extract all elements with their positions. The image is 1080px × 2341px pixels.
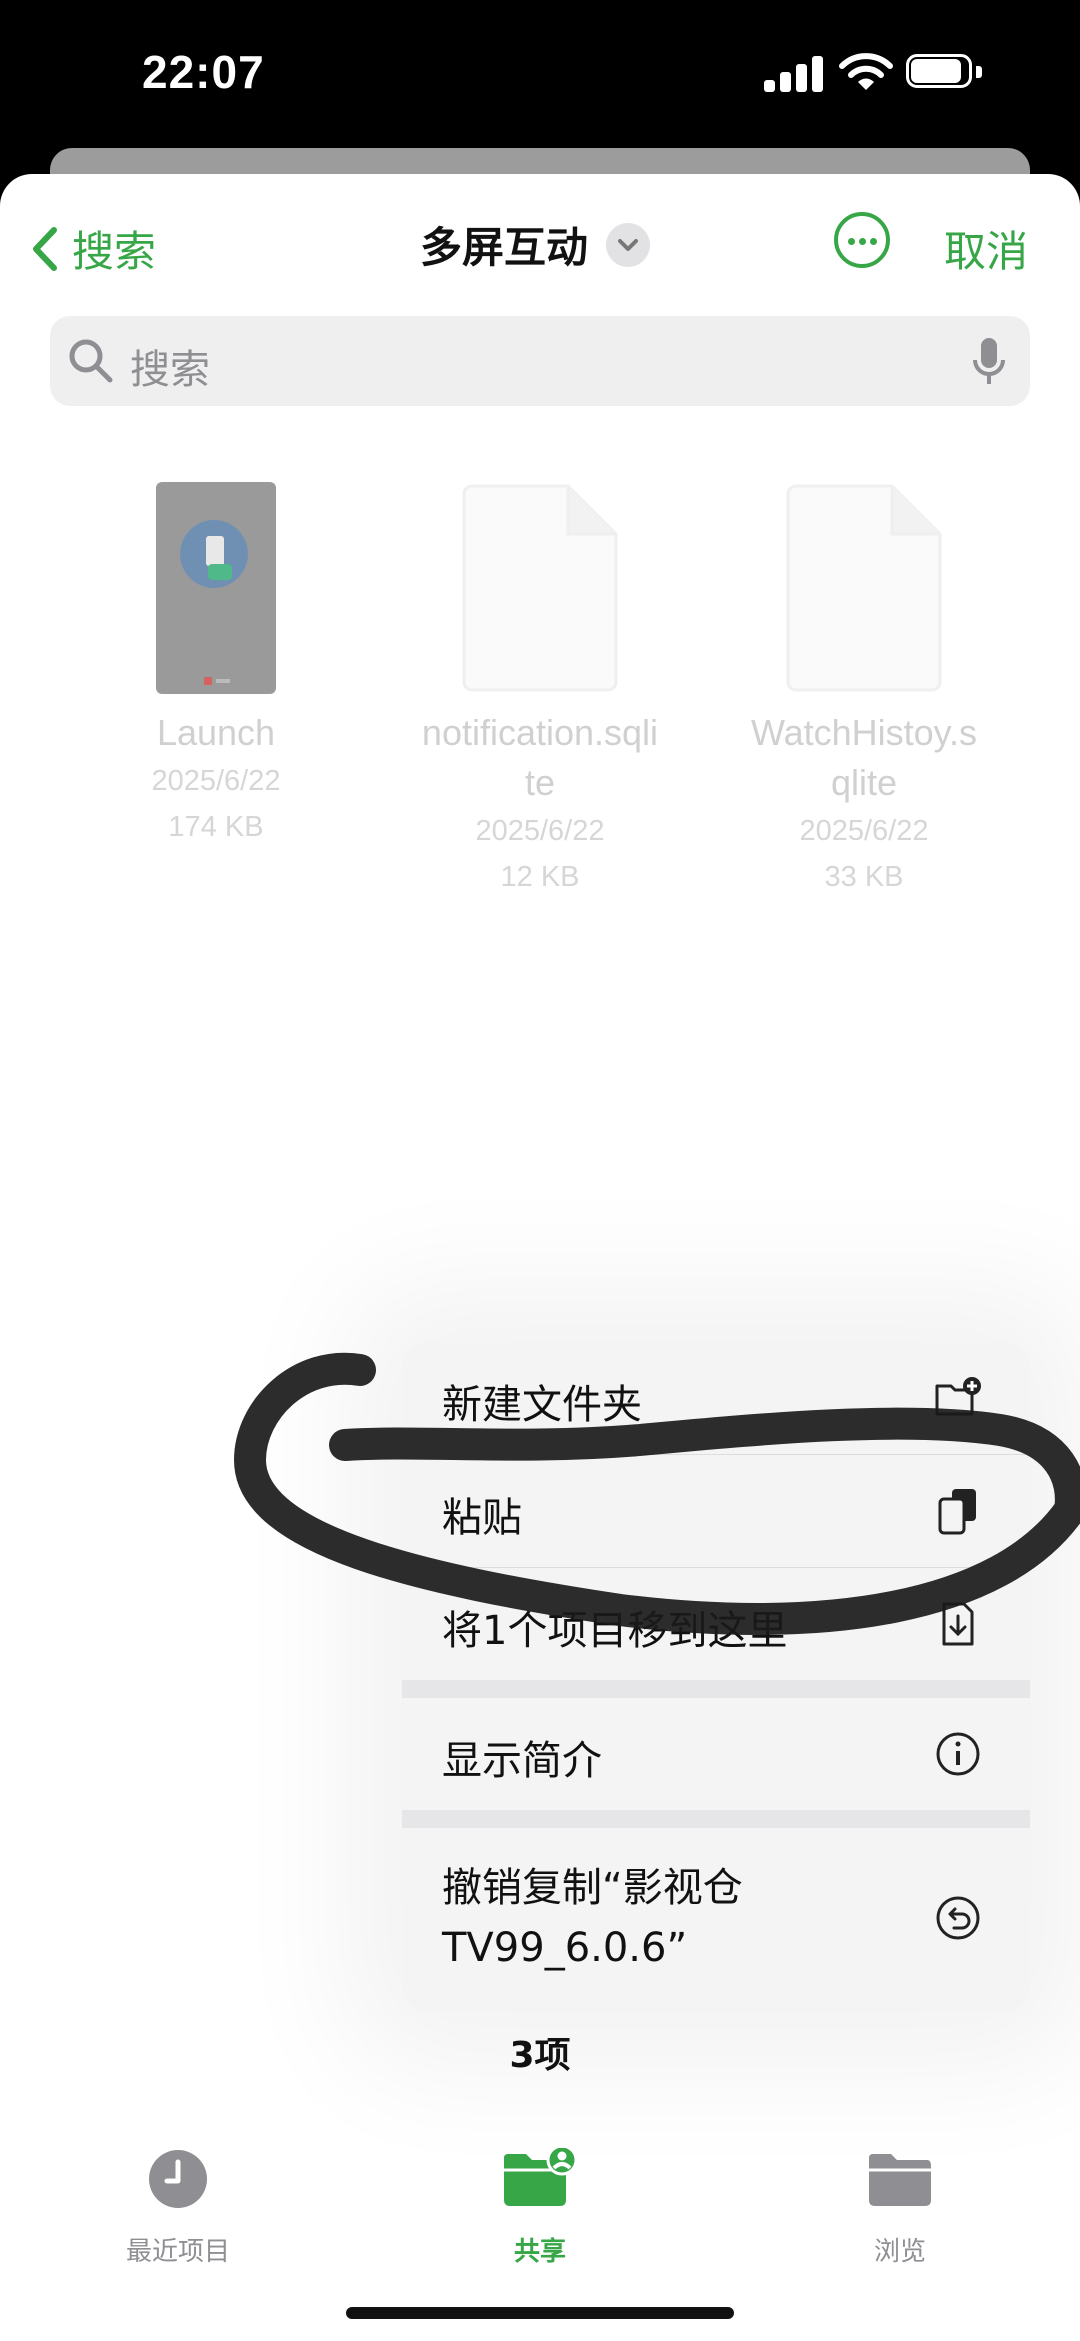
search-field[interactable]: 搜索: [50, 316, 1030, 406]
shared-folder-icon: [504, 2144, 578, 2206]
menu-item-label: 撤销复制“影视仓 TV99_6.0.6”: [442, 1865, 743, 1971]
menu-item-label: 将1个项目移到这里: [442, 1608, 788, 1654]
tab-label: 浏览: [873, 2237, 926, 2267]
status-bar: 22:07: [0, 0, 1080, 150]
tab-recents[interactable]: 最近项目: [88, 2148, 268, 2268]
file-name: notification.sqli te: [421, 712, 659, 803]
file-size: 12 KB: [500, 861, 580, 893]
document-icon[interactable]: [460, 482, 620, 694]
tab-label: 最近项目: [125, 2237, 230, 2267]
file-item[interactable]: Launch 2025/6/22 174 KB: [66, 708, 366, 850]
status-time: 22:07: [142, 46, 265, 98]
menu-item-label: 粘贴: [442, 1495, 522, 1541]
tab-label: 共享: [513, 2237, 566, 2267]
menu-item-label: 显示简介: [442, 1738, 602, 1784]
microphone-icon[interactable]: [972, 336, 1006, 388]
menu-separator: [402, 1810, 1030, 1828]
menu-item-paste[interactable]: 粘贴: [402, 1455, 1030, 1568]
back-button[interactable]: 搜索: [32, 218, 156, 279]
tab-shared[interactable]: 共享: [450, 2144, 630, 2268]
folder-title-menu[interactable]: 多屏互动: [420, 214, 651, 275]
file-size: 174 KB: [168, 811, 264, 843]
back-label: 搜索: [72, 227, 157, 276]
paste-icon: [938, 1489, 976, 1535]
search-icon: [69, 339, 113, 383]
battery-icon: [906, 54, 986, 92]
folder-icon: [869, 2154, 931, 2206]
more-options-icon[interactable]: [834, 212, 890, 268]
move-here-icon: [942, 1602, 974, 1646]
file-item[interactable]: notification.sqli te 2025/6/22 12 KB: [390, 708, 690, 900]
launch-thumbnail[interactable]: [156, 482, 276, 694]
context-menu: 新建文件夹 粘贴 将1个项目移到这里 显示简介 撤销复制“影视仓 TV99_6.…: [402, 1342, 1030, 2012]
menu-item-move-here[interactable]: 将1个项目移到这里: [402, 1568, 1030, 1680]
undo-icon: [936, 1896, 980, 1940]
menu-item-undo-copy[interactable]: 撤销复制“影视仓 TV99_6.0.6”: [402, 1828, 1030, 2012]
home-indicator: [346, 2307, 734, 2319]
item-count: 3项: [509, 2035, 571, 2076]
search-placeholder: 搜索: [130, 347, 210, 393]
file-date: 2025/6/22: [799, 815, 929, 847]
clock-icon: [149, 2150, 207, 2208]
menu-item-label: 新建文件夹: [442, 1382, 642, 1428]
menu-separator: [402, 1680, 1030, 1698]
folder-plus-icon: [935, 1377, 981, 1416]
file-size: 33 KB: [824, 861, 904, 893]
file-name: WatchHistoy.s qlite: [750, 712, 978, 803]
file-date: 2025/6/22: [151, 765, 281, 797]
file-item[interactable]: WatchHistoy.s qlite 2025/6/22 33 KB: [714, 708, 1014, 900]
document-icon[interactable]: [784, 482, 944, 694]
tab-browse[interactable]: 浏览: [810, 2148, 990, 2268]
menu-item-new-folder[interactable]: 新建文件夹: [402, 1342, 1030, 1455]
chevron-left-icon: [33, 226, 57, 271]
file-name: Launch: [156, 712, 276, 753]
page-title: 多屏互动: [420, 223, 589, 272]
info-icon: [936, 1732, 980, 1776]
chevron-down-icon: [606, 222, 651, 267]
cellular-signal-icon: [764, 56, 824, 92]
cancel-button[interactable]: 取消: [944, 218, 1028, 279]
menu-item-get-info[interactable]: 显示简介: [402, 1698, 1030, 1810]
wifi-icon: [839, 53, 893, 90]
file-date: 2025/6/22: [475, 815, 605, 847]
